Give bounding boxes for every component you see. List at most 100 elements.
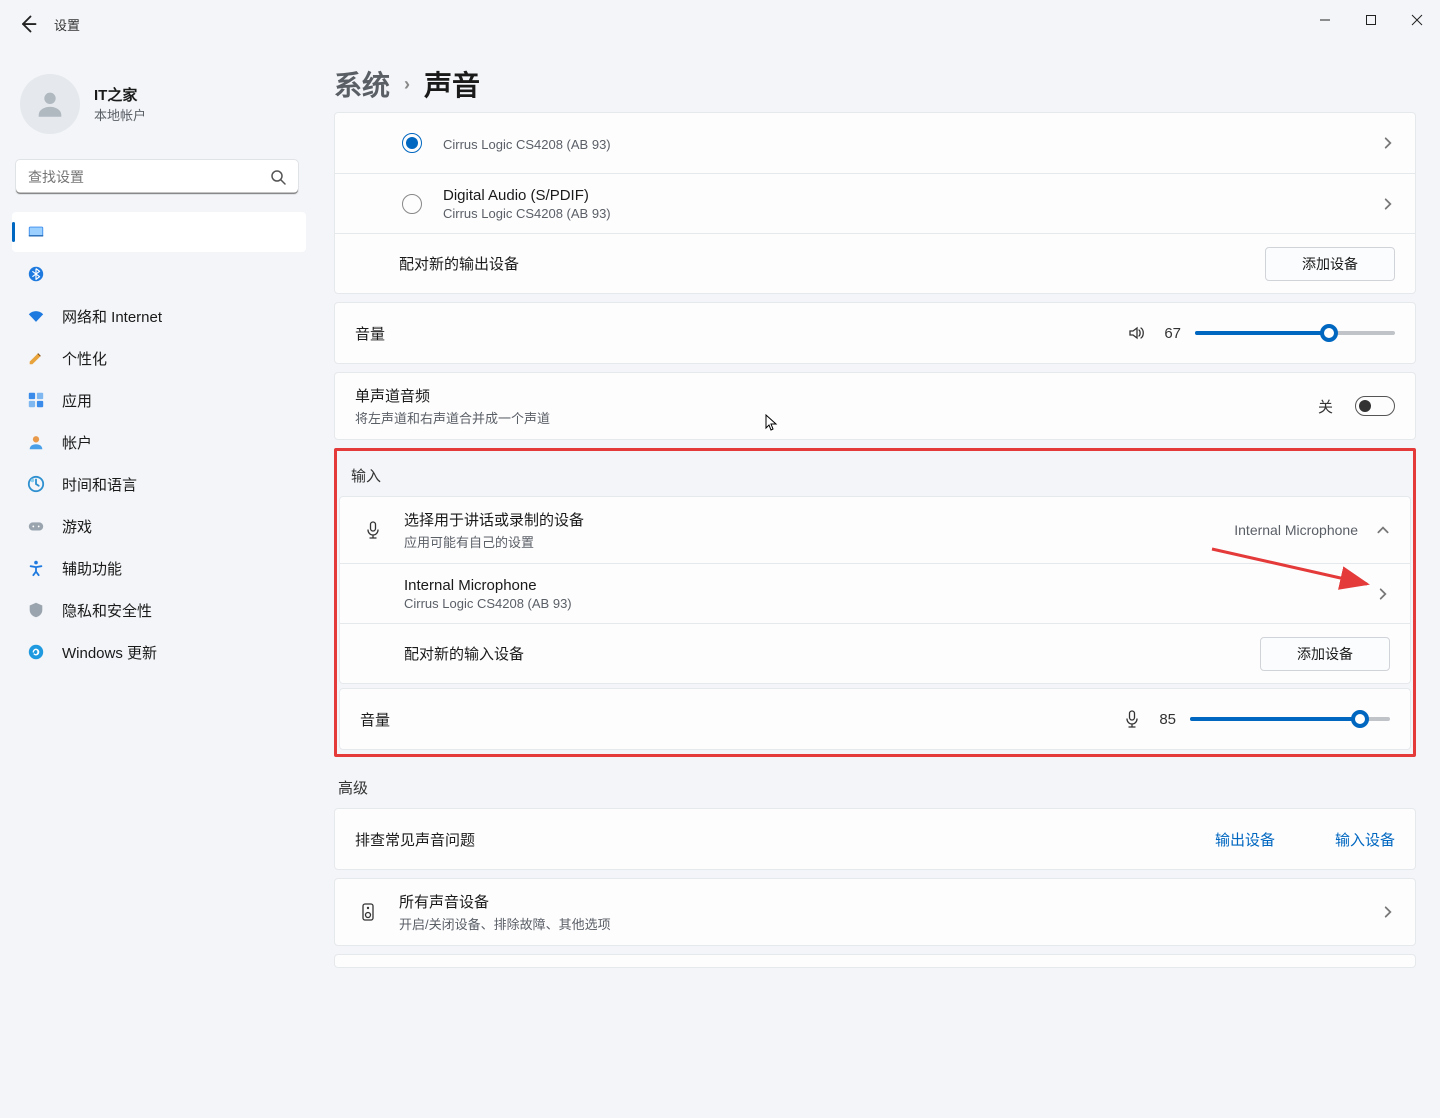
output-pair-new: 配对新的输出设备 添加设备	[335, 233, 1415, 293]
row-title: 音量	[360, 709, 1104, 730]
mono-audio-row: 单声道音频 将左声道和右声道合并成一个声道 关	[335, 373, 1415, 439]
app-title: 设置	[54, 15, 80, 34]
output-device-speaker[interactable]: 扬声器 Cirrus Logic CS4208 (AB 93)	[335, 113, 1415, 173]
all-devices-card[interactable]: 所有声音设备 开启/关闭设备、排除故障、其他选项	[334, 878, 1416, 946]
breadcrumb: 系统 › 声音	[334, 64, 1416, 104]
nav-item-update[interactable]: Windows 更新	[12, 632, 306, 672]
search-box[interactable]	[16, 160, 298, 194]
section-label: 高级	[334, 765, 1416, 808]
output-volume-slider[interactable]	[1195, 331, 1395, 335]
section-label: 输入	[339, 453, 1411, 496]
device-sub: Cirrus Logic CS4208 (AB 93)	[443, 206, 1363, 221]
output-volume-card: 音量 67	[334, 302, 1416, 364]
troubleshoot-card: 排查常见声音问题 输出设备 输入设备	[334, 808, 1416, 870]
troubleshoot-input-link[interactable]: 输入设备	[1335, 829, 1395, 850]
row-title: 选择用于讲话或录制的设备	[404, 509, 1216, 530]
nav-label: 应用	[62, 390, 92, 411]
microphone-icon	[363, 520, 383, 540]
volume-value: 67	[1161, 325, 1181, 342]
back-button[interactable]	[18, 14, 38, 34]
maximize-icon	[1365, 14, 1377, 26]
device-title: Internal Microphone	[404, 577, 1358, 594]
back-arrow-icon	[18, 14, 38, 34]
account-block[interactable]: IT之家 本地帐户	[12, 58, 306, 160]
nav-item-time-language[interactable]: 时间和语言	[12, 464, 306, 504]
update-icon	[26, 642, 46, 662]
add-output-device-button[interactable]: 添加设备	[1265, 247, 1395, 281]
row-title: 配对新的输入设备	[404, 643, 1242, 664]
add-input-device-button[interactable]: 添加设备	[1260, 637, 1390, 671]
input-device-internal-mic[interactable]: Internal Microphone Cirrus Logic CS4208 …	[340, 563, 1410, 623]
button-label: 添加设备	[1297, 644, 1353, 664]
output-device-spdif[interactable]: Digital Audio (S/PDIF) Cirrus Logic CS42…	[335, 173, 1415, 233]
titlebar: 设置	[0, 0, 1440, 48]
output-volume-row: 音量 67	[335, 303, 1415, 363]
account-name: IT之家	[94, 84, 146, 105]
device-title: Digital Audio (S/PDIF)	[443, 187, 1363, 204]
nav-item-network[interactable]: 网络和 Internet	[12, 296, 306, 336]
input-section-highlight: 输入 选择用于讲话或录制的设备 应用可能有自己的设置 Internal Micr…	[334, 448, 1416, 757]
nav-label: 辅助功能	[62, 558, 122, 579]
radio-icon[interactable]	[402, 194, 422, 214]
chevron-right-icon	[1376, 587, 1390, 601]
troubleshoot-output-link[interactable]: 输出设备	[1215, 829, 1275, 850]
speaker-device-icon	[358, 902, 378, 922]
chevron-right-icon	[1381, 905, 1395, 919]
row-title: 排查常见声音问题	[355, 829, 1197, 850]
output-devices-card: 扬声器 Cirrus Logic CS4208 (AB 93) Digital …	[334, 112, 1416, 294]
row-sub: 将左声道和右声道合并成一个声道	[355, 408, 1300, 427]
search-input[interactable]	[16, 160, 298, 194]
troubleshoot-row: 排查常见声音问题 输出设备 输入设备	[335, 809, 1415, 869]
nav-label: 帐户	[62, 432, 92, 453]
nav-item-apps[interactable]: 应用	[12, 380, 306, 420]
chevron-right-icon	[1381, 197, 1395, 211]
nav-item-bluetooth[interactable]: 蓝牙	[12, 254, 306, 294]
input-volume-slider[interactable]	[1190, 717, 1390, 721]
input-devices-card: 选择用于讲话或录制的设备 应用可能有自己的设置 Internal Microph…	[339, 496, 1411, 684]
minimize-button[interactable]	[1302, 0, 1348, 40]
input-volume-value: 85	[1156, 711, 1176, 728]
minimize-icon	[1319, 14, 1331, 26]
maximize-button[interactable]	[1348, 0, 1394, 40]
input-volume-card: 音量 85	[339, 688, 1411, 750]
input-volume-row: 音量 85	[340, 689, 1410, 749]
device-sub: Cirrus Logic CS4208 (AB 93)	[404, 596, 1358, 611]
window-controls	[1302, 0, 1440, 40]
nav: 系统 蓝牙 网络和 Internet 个性化 应用 帐户	[12, 212, 306, 672]
avatar-icon	[33, 87, 67, 121]
nav-label: 隐私和安全性	[62, 600, 152, 621]
microphone-icon	[1122, 709, 1142, 729]
radio-checked-icon[interactable]	[402, 133, 422, 153]
mono-toggle[interactable]	[1355, 396, 1395, 416]
nav-label: 时间和语言	[62, 474, 137, 495]
row-title: 音量	[355, 323, 1109, 344]
row-sub: 开启/关闭设备、排除故障、其他选项	[399, 914, 1363, 933]
close-icon	[1411, 14, 1423, 26]
breadcrumb-leaf: 声音	[424, 64, 480, 104]
nav-item-accessibility[interactable]: 辅助功能	[12, 548, 306, 588]
close-button[interactable]	[1394, 0, 1440, 40]
nav-item-system[interactable]: 系统	[12, 212, 306, 252]
nav-item-privacy[interactable]: 隐私和安全性	[12, 590, 306, 630]
nav-item-personalization[interactable]: 个性化	[12, 338, 306, 378]
toggle-state-label: 关	[1318, 396, 1333, 417]
device-sub: Cirrus Logic CS4208 (AB 93)	[443, 137, 1363, 152]
personalization-icon	[26, 348, 46, 368]
breadcrumb-root[interactable]: 系统	[334, 64, 390, 104]
network-icon	[26, 306, 46, 326]
row-sub: 应用可能有自己的设置	[404, 532, 1216, 551]
chevron-right-icon	[1381, 136, 1395, 150]
cutoff-card	[334, 954, 1416, 968]
nav-item-accounts[interactable]: 帐户	[12, 422, 306, 462]
chevron-up-icon	[1376, 523, 1390, 537]
nav-label: 个性化	[62, 348, 107, 369]
row-title: 单声道音频	[355, 385, 1300, 406]
input-pair-new: 配对新的输入设备 添加设备	[340, 623, 1410, 683]
nav-label: 游戏	[62, 516, 92, 537]
chevron-right-icon: ›	[404, 74, 410, 95]
nav-item-gaming[interactable]: 游戏	[12, 506, 306, 546]
privacy-icon	[26, 600, 46, 620]
input-chooser-row[interactable]: 选择用于讲话或录制的设备 应用可能有自己的设置 Internal Microph…	[340, 497, 1410, 563]
button-label: 添加设备	[1302, 254, 1358, 274]
apps-icon	[26, 390, 46, 410]
